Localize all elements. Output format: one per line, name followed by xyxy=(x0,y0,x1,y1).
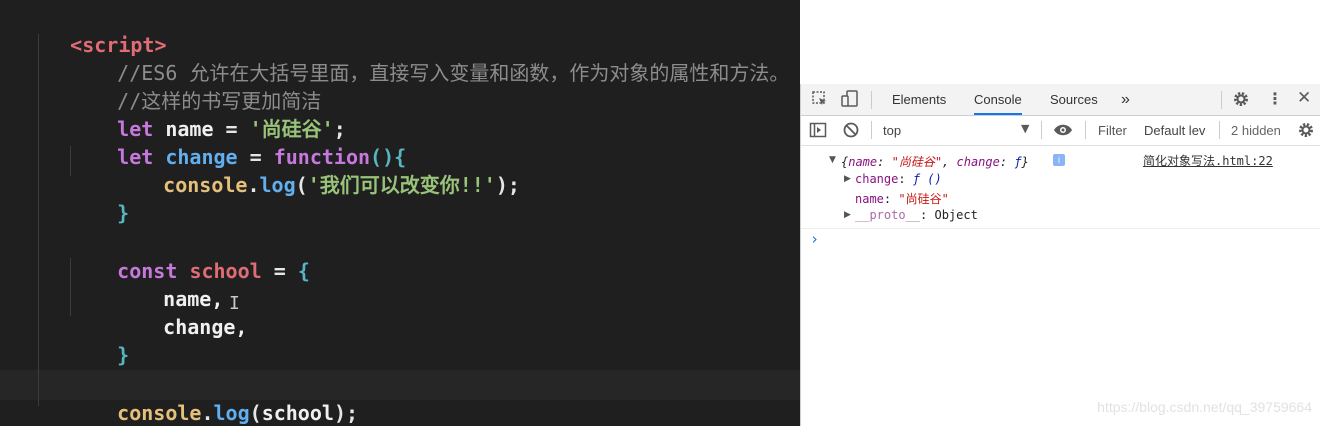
code-line: //ES6 允许在大括号里面，直接写入变量和函数，作为对象的属性和方法。 xyxy=(69,31,789,85)
punctuation: ); xyxy=(333,401,359,425)
dropdown-arrow-icon[interactable]: ▼ xyxy=(1021,122,1029,135)
operator: = xyxy=(261,259,298,283)
divider xyxy=(801,228,1320,229)
log-object-summary[interactable]: {name: "尚硅谷", change: ƒ} xyxy=(841,153,1029,170)
console-output: ▼ {name: "尚硅谷", change: ƒ} i 简化对象写法.html… xyxy=(801,146,1320,426)
code-line: let name = '尚硅谷'; xyxy=(69,87,346,141)
punctuation: . xyxy=(247,173,260,197)
method: log xyxy=(213,401,250,425)
brace: } xyxy=(1021,155,1029,169)
method: log xyxy=(259,173,296,197)
divider xyxy=(871,121,872,139)
code-line: const school = { xyxy=(69,229,310,283)
code-line: <script> xyxy=(22,3,166,57)
divider xyxy=(1221,91,1222,109)
identifier: school xyxy=(261,401,334,425)
tab-console[interactable]: Console xyxy=(974,84,1022,115)
punctuation: . xyxy=(201,401,214,425)
property-value: Object xyxy=(934,208,978,222)
identifier: change, xyxy=(163,315,248,339)
code-line: name, xyxy=(115,257,223,311)
console-settings-icon[interactable] xyxy=(1297,121,1315,143)
tab-elements[interactable]: Elements xyxy=(892,84,946,115)
property-value: "尚硅谷" xyxy=(898,192,949,206)
summary-key: name xyxy=(848,155,878,169)
devtools-panel: Elements Console Sources » ⋮ ✕ top ▼ Fil… xyxy=(800,84,1320,426)
code-editor[interactable]: <script> //ES6 允许在大括号里面，直接写入变量和函数，作为对象的属… xyxy=(0,0,800,426)
summary-value: ƒ xyxy=(1014,155,1022,169)
close-icon[interactable]: ✕ xyxy=(1297,88,1311,108)
bracket: ( xyxy=(295,173,308,197)
identifier: console xyxy=(117,401,202,425)
bracket: } xyxy=(117,343,130,367)
info-icon[interactable]: i xyxy=(1053,154,1065,166)
comma: , xyxy=(942,155,957,169)
filter-input[interactable]: Filter xyxy=(1098,116,1127,145)
divider xyxy=(1041,121,1042,139)
source-link[interactable]: 简化对象写法.html:22 xyxy=(1143,152,1273,169)
colon: : xyxy=(877,155,892,169)
code-line: //这样的书写更加简洁 xyxy=(69,59,321,113)
divider xyxy=(871,91,872,109)
divider xyxy=(1219,121,1220,139)
expand-caret-icon[interactable]: ▶ xyxy=(844,210,851,220)
property-value: ƒ () xyxy=(912,172,942,186)
object-property: name: "尚硅谷" xyxy=(855,190,949,207)
summary-key: change xyxy=(956,155,1000,169)
inspect-element-icon[interactable] xyxy=(811,90,829,112)
code-line: } xyxy=(69,171,129,225)
text-cursor-icon: I xyxy=(229,293,240,314)
string-literal: '我们可以改变你!!' xyxy=(307,173,496,197)
bracket: ( xyxy=(249,401,262,425)
devtools-tabbar: Elements Console Sources » ⋮ ✕ xyxy=(801,84,1320,116)
indent-guide xyxy=(38,34,39,406)
kebab-menu-icon[interactable]: ⋮ xyxy=(1267,89,1283,108)
property-key: change xyxy=(855,172,899,186)
context-select[interactable]: top xyxy=(883,116,901,145)
code-line: console.log('我们可以改变你!!'); xyxy=(115,143,520,197)
bracket: } xyxy=(117,201,130,225)
sidebar-toggle-icon[interactable] xyxy=(809,121,827,143)
identifier: console xyxy=(163,173,248,197)
code-line: } xyxy=(69,313,129,367)
hidden-count: 2 hidden xyxy=(1231,123,1281,138)
more-tabs-icon[interactable]: » xyxy=(1121,84,1130,115)
divider xyxy=(1085,121,1086,139)
code-line: change, xyxy=(115,285,247,339)
code-line: console.log(school); xyxy=(69,371,358,425)
device-toolbar-icon[interactable] xyxy=(841,90,859,112)
console-toolbar: top ▼ Filter Default lev 2 hidden xyxy=(801,116,1320,146)
colon: : xyxy=(920,208,935,222)
tab-sources[interactable]: Sources xyxy=(1050,84,1098,115)
object-property[interactable]: change: ƒ () xyxy=(855,172,942,186)
console-prompt[interactable]: › xyxy=(810,230,819,248)
property-key: __proto__ xyxy=(855,208,921,222)
summary-value: "尚硅谷" xyxy=(891,155,943,169)
colon: : xyxy=(999,155,1015,169)
log-levels-select[interactable]: Default lev xyxy=(1144,116,1205,145)
punctuation: ); xyxy=(495,173,520,197)
settings-icon[interactable] xyxy=(1232,90,1250,112)
colon: : xyxy=(898,172,913,186)
colon: : xyxy=(883,192,899,206)
expand-caret-icon[interactable]: ▶ xyxy=(844,174,851,184)
watermark: https://blog.csdn.net/qq_39759664 xyxy=(1097,399,1312,415)
expand-caret-icon[interactable]: ▼ xyxy=(829,155,836,165)
object-property[interactable]: __proto__: Object xyxy=(855,208,978,222)
clear-console-icon[interactable] xyxy=(842,121,860,143)
code-line: let change = function(){ xyxy=(69,115,406,169)
bracket: { xyxy=(297,259,310,283)
eye-icon[interactable] xyxy=(1053,122,1073,142)
property-key: name xyxy=(855,192,884,206)
